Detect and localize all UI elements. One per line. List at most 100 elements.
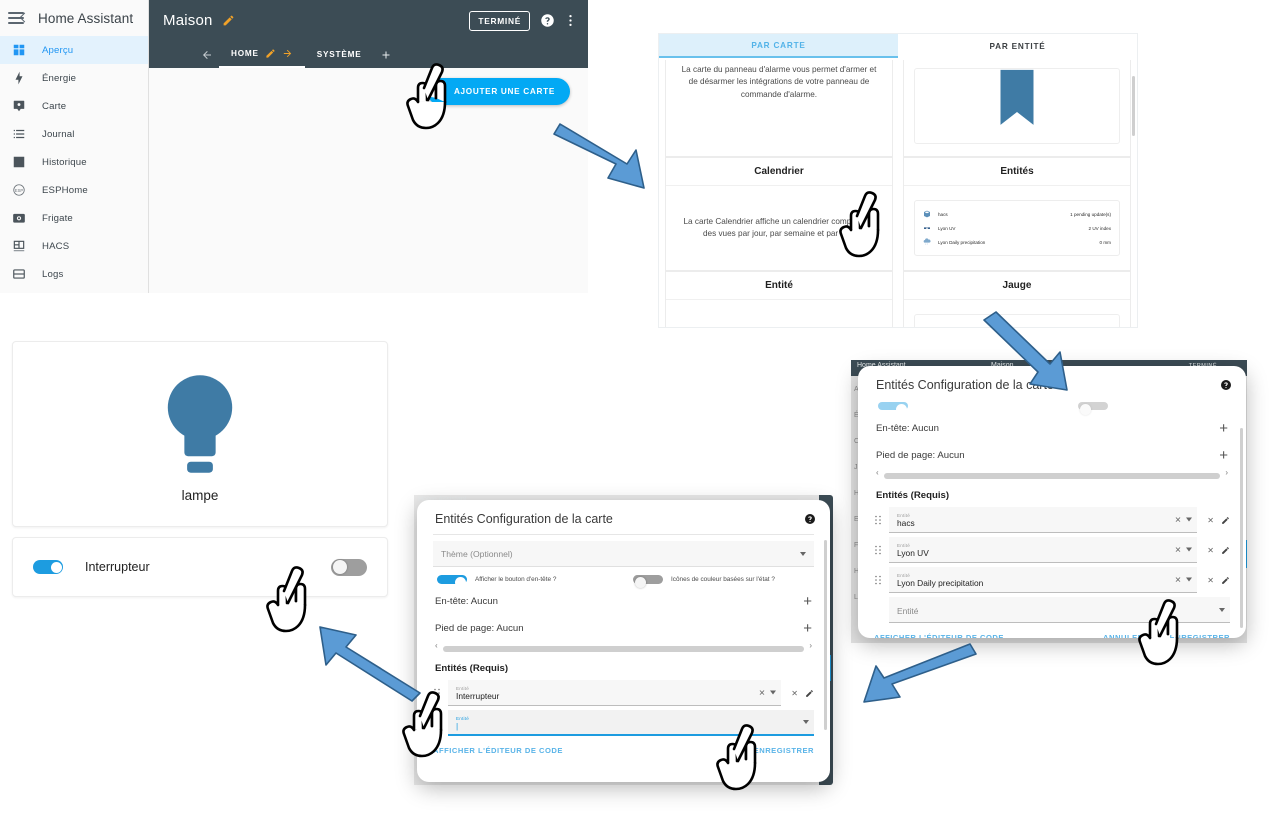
ha-view-tabs: HOME SYSTÈME bbox=[149, 41, 588, 68]
entity-row-empty: Entité bbox=[874, 595, 1230, 625]
cancel-button[interactable]: ANNULER bbox=[1103, 633, 1144, 638]
toggle-header-button-partial[interactable] bbox=[878, 402, 908, 415]
chevron-down-icon[interactable] bbox=[1186, 577, 1193, 582]
chevron-down-icon[interactable] bbox=[1186, 547, 1193, 552]
save-button[interactable]: ENREGISTRER bbox=[1170, 633, 1230, 638]
card-option-jauge[interactable]: Jauge bbox=[903, 271, 1131, 327]
sidebar-item-esphome[interactable]: ESP ESPHome bbox=[0, 176, 148, 204]
show-code-editor-button[interactable]: AFFICHER L'ÉDITEUR DE CODE bbox=[433, 746, 563, 755]
tab-home[interactable]: HOME bbox=[219, 41, 305, 68]
plus-icon[interactable]: + bbox=[803, 621, 812, 636]
toggle-label: Icônes de couleur basées sur l'état ? bbox=[671, 576, 775, 583]
clear-icon[interactable]: ✕ bbox=[759, 688, 766, 697]
sidebar-item-historique[interactable]: Historique bbox=[0, 148, 148, 176]
toggle-state-color-partial[interactable] bbox=[1078, 402, 1108, 415]
switch-state-toggle[interactable] bbox=[33, 560, 63, 574]
help-circle-icon[interactable] bbox=[540, 13, 555, 28]
card-option-entite[interactable]: Entité bbox=[665, 271, 893, 327]
plus-icon[interactable]: + bbox=[1219, 448, 1228, 463]
drag-handle-icon[interactable] bbox=[433, 688, 441, 698]
sidebar-item-journal[interactable]: Journal bbox=[0, 120, 148, 148]
clear-icon[interactable]: ✕ bbox=[1175, 575, 1182, 584]
pencil-icon[interactable] bbox=[1221, 576, 1230, 585]
sidebar-item-frigate[interactable]: Frigate bbox=[0, 204, 148, 232]
entity-input[interactable]: Entité hacs ✕ bbox=[889, 507, 1198, 533]
clear-icon[interactable]: ✕ bbox=[1175, 515, 1182, 524]
plus-icon[interactable] bbox=[380, 49, 392, 61]
remove-entity-icon[interactable]: ✕ bbox=[1207, 546, 1214, 555]
remove-entity-icon[interactable]: ✕ bbox=[1207, 516, 1214, 525]
plus-icon[interactable]: + bbox=[1219, 421, 1228, 436]
toggle-show-header-button[interactable] bbox=[437, 575, 467, 588]
chevron-down-icon[interactable] bbox=[803, 720, 809, 724]
sidebar-item-carte[interactable]: Carte bbox=[0, 92, 148, 120]
clear-icon[interactable]: ✕ bbox=[1175, 545, 1182, 554]
entity-input-focused[interactable]: Entité | bbox=[448, 710, 814, 736]
add-card-button[interactable]: AJOUTER UNE CARTE bbox=[426, 78, 570, 105]
plus-icon[interactable]: + bbox=[803, 594, 812, 609]
dashboard-icon bbox=[13, 44, 25, 56]
show-code-editor-button[interactable]: AFFICHER L'ÉDITEUR DE CODE bbox=[874, 633, 1004, 638]
row-header[interactable]: En-tête: Aucun + bbox=[874, 415, 1230, 442]
chevron-down-icon[interactable] bbox=[800, 551, 806, 556]
row-header[interactable]: En-tête: Aucun + bbox=[433, 588, 814, 615]
horizontal-scrollbar[interactable] bbox=[876, 468, 1228, 479]
drag-handle-icon[interactable] bbox=[874, 575, 882, 585]
tab-par-carte[interactable]: PAR CARTE bbox=[659, 34, 898, 58]
tab-systeme[interactable]: SYSTÈME bbox=[305, 41, 374, 68]
sidebar-item-label: Logs bbox=[42, 268, 64, 280]
dialog-scrollbar[interactable] bbox=[1240, 428, 1243, 628]
sidebar-item-energie[interactable]: Énergie bbox=[0, 64, 148, 92]
remove-entity-icon[interactable]: ✕ bbox=[791, 689, 798, 698]
dots-vertical-icon[interactable] bbox=[563, 13, 578, 28]
menu-collapse-icon[interactable] bbox=[8, 11, 26, 25]
save-button[interactable]: ENREGISTRER bbox=[754, 746, 814, 755]
remove-entity-icon[interactable]: ✕ bbox=[1207, 576, 1214, 585]
sidebar-item-label: HACS bbox=[42, 240, 70, 252]
light-card[interactable]: lampe bbox=[12, 341, 388, 527]
card-option-alarm-panel[interactable]: La carte du panneau d'alarme vous permet… bbox=[665, 60, 893, 157]
row-label: En-tête: Aucun bbox=[876, 423, 939, 434]
chevron-down-icon[interactable] bbox=[1219, 607, 1225, 612]
tab-par-entite[interactable]: PAR ENTITÉ bbox=[898, 34, 1137, 58]
entity-input[interactable]: Entité Lyon UV ✕ bbox=[889, 537, 1198, 563]
pencil-icon[interactable] bbox=[1221, 546, 1230, 555]
theme-select[interactable]: Thème (Optionnel) bbox=[433, 541, 814, 567]
pencil-icon[interactable] bbox=[265, 48, 276, 59]
help-circle-icon[interactable] bbox=[804, 513, 816, 525]
card-option-calendrier[interactable]: Calendrier La carte Calendrier affiche u… bbox=[665, 157, 893, 271]
dashboard-title: Maison bbox=[163, 12, 213, 29]
row-footer[interactable]: Pied de page: Aucun + bbox=[874, 442, 1230, 469]
sidebar-item-apercu[interactable]: Aperçu bbox=[0, 36, 148, 64]
dashboard-canvas: AJOUTER UNE CARTE bbox=[149, 68, 588, 293]
entity-input[interactable]: Entité Interrupteur ✕ bbox=[448, 680, 782, 706]
pencil-icon[interactable] bbox=[805, 689, 814, 698]
sidebar-item-hacs[interactable]: HACS bbox=[0, 232, 148, 260]
card-option-entites[interactable]: Entités hacs 1 pending update(s) Lyon UV… bbox=[903, 157, 1131, 271]
drag-handle-icon[interactable] bbox=[874, 515, 882, 525]
toggle-state-color-icons[interactable] bbox=[633, 575, 663, 588]
chevron-down-icon[interactable] bbox=[770, 690, 777, 695]
chevron-down-icon[interactable] bbox=[1186, 517, 1193, 522]
entity-input[interactable]: Entité Lyon Daily precipitation ✕ bbox=[889, 567, 1198, 593]
card-option-preview-bookmark[interactable] bbox=[903, 60, 1131, 157]
arrow-right-icon[interactable] bbox=[282, 48, 293, 59]
drag-handle-icon[interactable] bbox=[874, 545, 882, 555]
done-button[interactable]: TERMINÉ bbox=[469, 10, 530, 31]
card-option-description: La carte du panneau d'alarme vous permet… bbox=[681, 65, 877, 99]
sidebar-item-logs[interactable]: Logs bbox=[0, 260, 148, 288]
entity-field-value: | bbox=[456, 720, 459, 731]
picker-scrollbar[interactable] bbox=[1132, 76, 1135, 136]
row-footer[interactable]: Pied de page: Aucun + bbox=[433, 615, 814, 642]
switch-control-toggle[interactable] bbox=[331, 558, 367, 576]
dialog-scrollbar[interactable] bbox=[824, 540, 827, 730]
dialog-body: Thème (Optionnel) Afficher le bouton d'e… bbox=[417, 534, 830, 738]
help-circle-icon[interactable] bbox=[1220, 379, 1232, 391]
sunglasses-icon bbox=[924, 227, 930, 229]
horizontal-scrollbar[interactable] bbox=[435, 641, 812, 652]
pencil-icon[interactable] bbox=[1221, 516, 1230, 525]
pencil-icon[interactable] bbox=[222, 14, 235, 27]
entity-input-empty[interactable]: Entité bbox=[889, 597, 1230, 623]
lightbulb-icon bbox=[167, 374, 233, 473]
arrow-left-icon[interactable] bbox=[201, 49, 213, 61]
